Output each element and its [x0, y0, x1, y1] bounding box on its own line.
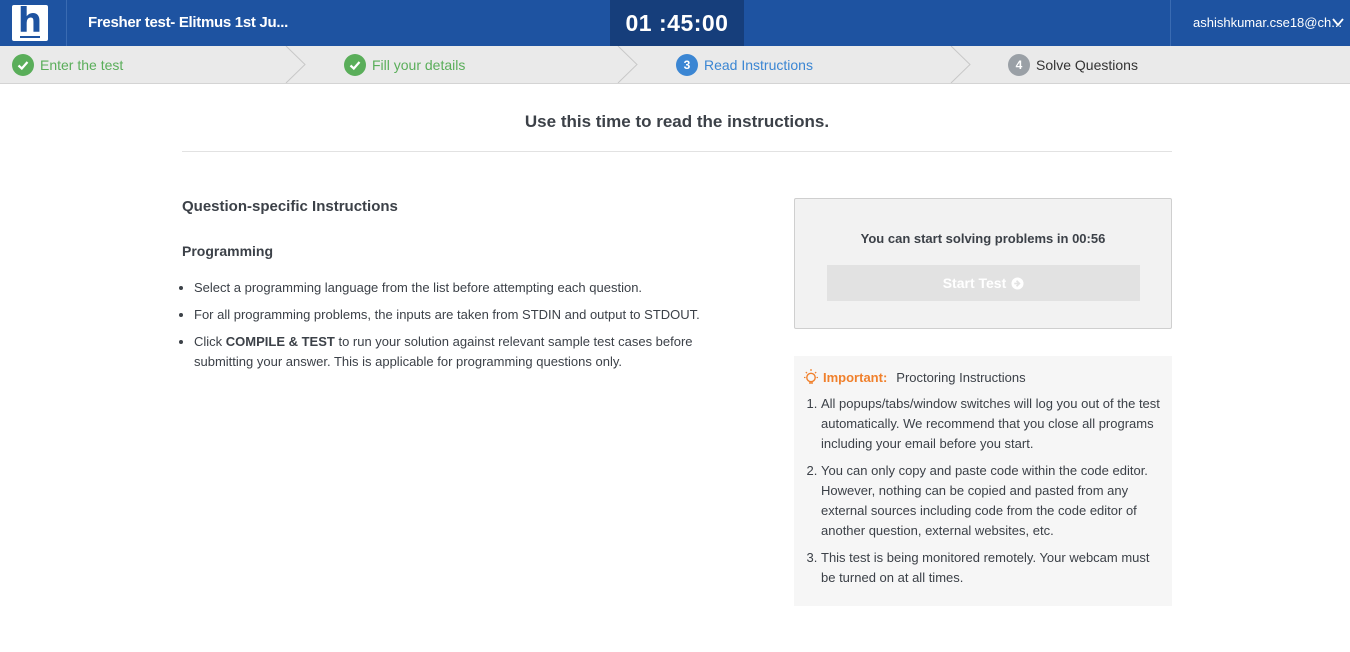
- step-label: Fill your details: [372, 56, 466, 73]
- hackerearth-logo[interactable]: h: [12, 1, 48, 41]
- step-number: 3: [676, 53, 698, 76]
- arrow-circle-right-icon: [1011, 276, 1024, 290]
- instruction-text: Click: [194, 334, 226, 349]
- list-item: Select a programming language from the l…: [194, 278, 739, 298]
- start-countdown-message: You can start solving problems in 00:56: [860, 231, 1106, 246]
- check-icon: [12, 53, 34, 76]
- step-label: Solve Questions: [1036, 56, 1138, 73]
- step-separator: [617, 46, 638, 83]
- step-separator: [950, 46, 971, 83]
- lightbulb-icon: [804, 369, 818, 384]
- notice-header: Important: Proctoring Instructions: [802, 368, 1026, 386]
- user-menu[interactable]: ashishkumar.cse18@ch...: [1170, 0, 1350, 46]
- step-label: Enter the test: [40, 56, 124, 73]
- step-enter-the-test: Enter the test: [12, 46, 123, 83]
- question-instructions: Question-specific Instructions Programmi…: [182, 198, 742, 369]
- section-title: Question-specific Instructions: [182, 198, 398, 215]
- subsection-title: Programming: [182, 243, 274, 259]
- start-test-button[interactable]: Start Test: [827, 265, 1140, 301]
- list-item: You can only copy and paste code within …: [821, 461, 1166, 541]
- instruction-list: Select a programming language from the l…: [194, 278, 739, 379]
- logo-letter: h: [17, 1, 43, 41]
- list-item: Click COMPILE & TEST to run your solutio…: [194, 332, 739, 372]
- proctoring-notice: Important: Proctoring Instructions All p…: [794, 356, 1172, 606]
- start-test-label: Start Test: [942, 275, 1007, 291]
- top-bar: h Fresher test- Elitmus 1st Ju... 01 :45…: [0, 0, 1350, 46]
- list-item: For all programming problems, the inputs…: [194, 305, 739, 325]
- chevron-down-icon[interactable]: [1331, 15, 1345, 29]
- step-label: Read Instructions: [704, 56, 813, 73]
- countdown-timer: 01 :45:00: [610, 0, 744, 46]
- instruction-text: For all programming problems, the inputs…: [194, 307, 700, 322]
- step-fill-your-details: Fill your details: [344, 46, 465, 83]
- important-label: Important:: [823, 369, 888, 385]
- step-number: 4: [1008, 53, 1030, 76]
- test-title: Fresher test- Elitmus 1st Ju...: [88, 14, 288, 31]
- progress-steps: Enter the test Fill your details 3 Read …: [0, 46, 1350, 84]
- notice-title: Proctoring Instructions: [896, 369, 1026, 385]
- check-icon: [344, 53, 366, 76]
- user-email[interactable]: ashishkumar.cse18@ch...: [1193, 15, 1342, 30]
- compile-test-emphasis: COMPILE & TEST: [225, 334, 335, 349]
- proctoring-list: All popups/tabs/window switches will log…: [821, 394, 1166, 595]
- list-item: This test is being monitored remotely. Y…: [821, 548, 1166, 588]
- step-read-instructions: 3 Read Instructions: [676, 46, 813, 83]
- page-headline: Use this time to read the instructions.: [524, 112, 830, 131]
- logo-cell: h: [0, 0, 67, 46]
- list-item: All popups/tabs/window switches will log…: [821, 394, 1166, 454]
- step-separator: [285, 46, 306, 83]
- logo-underline: [20, 36, 40, 38]
- start-test-panel: You can start solving problems in 00:56 …: [794, 198, 1172, 329]
- step-solve-questions: 4 Solve Questions: [1008, 46, 1138, 83]
- divider: [182, 151, 1172, 152]
- instruction-text: Select a programming language from the l…: [194, 280, 643, 295]
